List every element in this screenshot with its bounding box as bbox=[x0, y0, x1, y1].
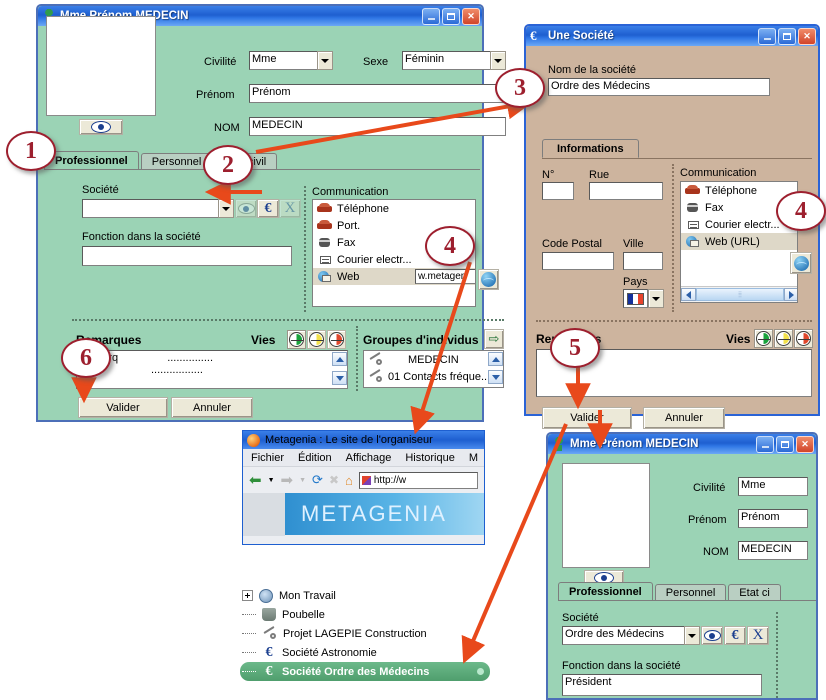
callout-2: 2 bbox=[203, 145, 253, 185]
callout-number: 4 bbox=[444, 232, 456, 259]
callout-number: 3 bbox=[514, 74, 526, 101]
callout-4-societe: 4 bbox=[776, 191, 826, 231]
callout-5: 5 bbox=[550, 328, 600, 368]
callout-3: 3 bbox=[495, 68, 545, 108]
callout-4-main: 4 bbox=[425, 226, 475, 266]
callout-1: 1 bbox=[6, 131, 56, 171]
callout-number: 5 bbox=[569, 334, 581, 361]
callout-number: 6 bbox=[80, 344, 92, 371]
callout-number: 2 bbox=[222, 151, 234, 178]
callout-number: 4 bbox=[795, 197, 807, 224]
callout-6: 6 bbox=[61, 338, 111, 378]
annotation-arrows bbox=[71, 93, 613, 664]
callout-number: 1 bbox=[25, 137, 37, 164]
